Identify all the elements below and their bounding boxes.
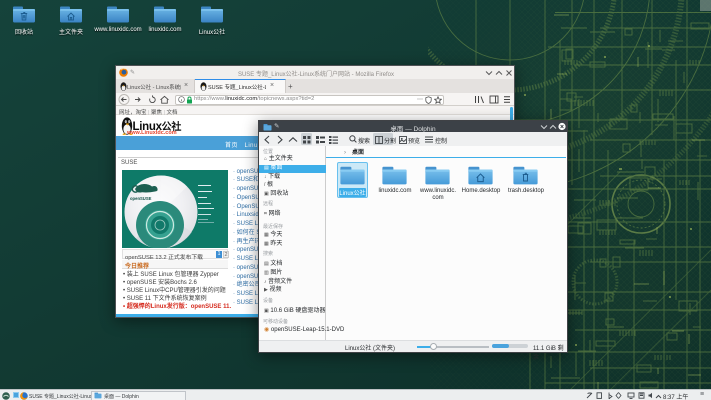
svg-text:openSUSE: openSUSE [130, 196, 152, 201]
